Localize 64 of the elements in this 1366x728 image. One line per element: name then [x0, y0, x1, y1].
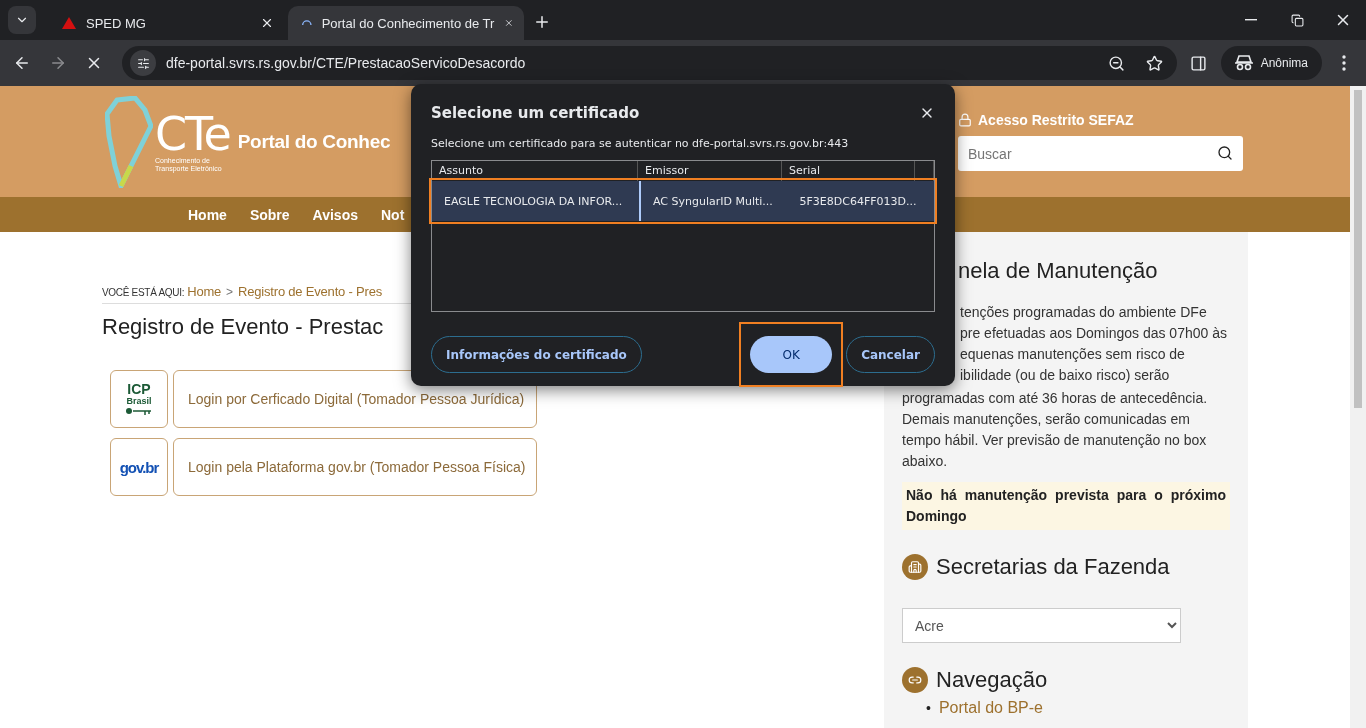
list-bullet: •: [926, 700, 931, 716]
state-select[interactable]: Acre: [902, 608, 1181, 643]
map-outline-icon: [105, 95, 153, 188]
logo-text: gov.br: [119, 458, 159, 476]
maintenance-notice: Não há manutenção prevista para o próximo Domingo: [902, 482, 1230, 530]
incognito-icon: [1234, 55, 1253, 71]
breadcrumb-separator: >: [225, 285, 235, 299]
search-field[interactable]: Buscar: [958, 136, 1243, 171]
breadcrumb-label: VOCÊ ESTÁ AQUI:: [102, 287, 185, 298]
navigation-link[interactable]: Portal do BP-e: [938, 699, 1043, 716]
search-button[interactable]: [1217, 145, 1233, 161]
nav-link[interactable]: Sobre: [249, 206, 290, 223]
side-panel-icon: [1190, 54, 1208, 72]
table-cell-text: AC SyngularID Multi...: [652, 193, 774, 210]
link-icon: [908, 673, 922, 687]
logo-text: CTe: [155, 110, 230, 157]
search-icon: [1217, 145, 1233, 161]
lock-icon: [958, 113, 972, 127]
zoom-out-icon: [1108, 54, 1126, 72]
browser-tab[interactable]: SPED MG: [48, 6, 284, 40]
loading-spinner-icon: [302, 19, 312, 27]
table-cell-text: 5F3E8DC64FF013D...: [798, 193, 918, 210]
plus-icon: [533, 13, 551, 31]
browser-tab[interactable]: Portal do Conhecimento de Tr: [288, 6, 524, 40]
arrow-right-icon: [49, 54, 67, 72]
key-icon: [125, 405, 153, 416]
section-title: nela de Manutenção: [957, 258, 1159, 284]
login-logo-tile[interactable]: gov.br: [110, 438, 168, 496]
close-icon[interactable]: [260, 16, 274, 30]
nav-link[interactable]: Not: [381, 206, 405, 223]
logo-text: ICP: [127, 382, 151, 396]
restore-icon: [1290, 13, 1304, 27]
login-logo-tile[interactable]: ICP Brasil: [110, 370, 168, 428]
login-option-link[interactable]: Login pela Plataforma gov.br (Tomador Pessoa Física): [173, 438, 537, 496]
certificate-row[interactable]: EAGLE TECNOLOGIA DA INFOR... AC SyngularID Multi... 5F3E8DC64FF013D...: [432, 181, 934, 221]
section-title: Navegação: [936, 667, 1048, 693]
minimize-icon: [1245, 19, 1257, 21]
portal-title: Portal do Conhec: [237, 130, 391, 153]
maintenance-paragraph: programadas com até 36 horas de antecedência. Demais manutenções, serão comunicadas em tempo hábil. Ver previsão de manutenção no box abaixo.: [902, 389, 1209, 471]
more-vertical-icon: [1342, 55, 1346, 71]
section-title: Secretarias da Fazenda: [936, 554, 1170, 580]
breadcrumb-link[interactable]: Registro de Evento - Pres: [238, 284, 382, 299]
dialog-title: Selecione um certificado: [431, 104, 640, 122]
profile-button[interactable]: Anônima: [1220, 46, 1322, 80]
tab-title: SPED MG: [86, 15, 147, 31]
ok-button[interactable]: OK: [750, 336, 833, 373]
table-cell: EAGLE TECNOLOGIA DA INFOR...: [432, 181, 641, 221]
site-info-button[interactable]: [130, 50, 156, 76]
nav-link[interactable]: Avisos: [312, 206, 358, 223]
tab-search-button[interactable]: [8, 6, 36, 34]
text-line: pre efetuadas aos Domingos das 07h00 às: [959, 324, 1228, 343]
breadcrumb-link[interactable]: Home: [187, 284, 222, 299]
scrollbar[interactable]: [1350, 86, 1366, 728]
page-title: Registro de Evento - Prestac: [102, 314, 385, 340]
star-icon: [1146, 54, 1164, 72]
nav-link[interactable]: Home: [188, 206, 227, 223]
text-line: tenções programadas do ambiente DFe: [959, 303, 1208, 322]
text-line: ibilidade (ou de baixo risco) serão: [959, 366, 1171, 385]
building-icon: [908, 560, 922, 574]
logo-text: Brasil: [126, 395, 152, 406]
dialog-subtitle: Selecione um certificado para se autenticar no dfe-portal.svrs.rs.gov.br:443: [431, 137, 850, 150]
tab-title: Portal do Conhecimento de Tr: [321, 15, 495, 31]
triangle-icon: [62, 17, 76, 29]
sliders-icon: [136, 56, 150, 70]
